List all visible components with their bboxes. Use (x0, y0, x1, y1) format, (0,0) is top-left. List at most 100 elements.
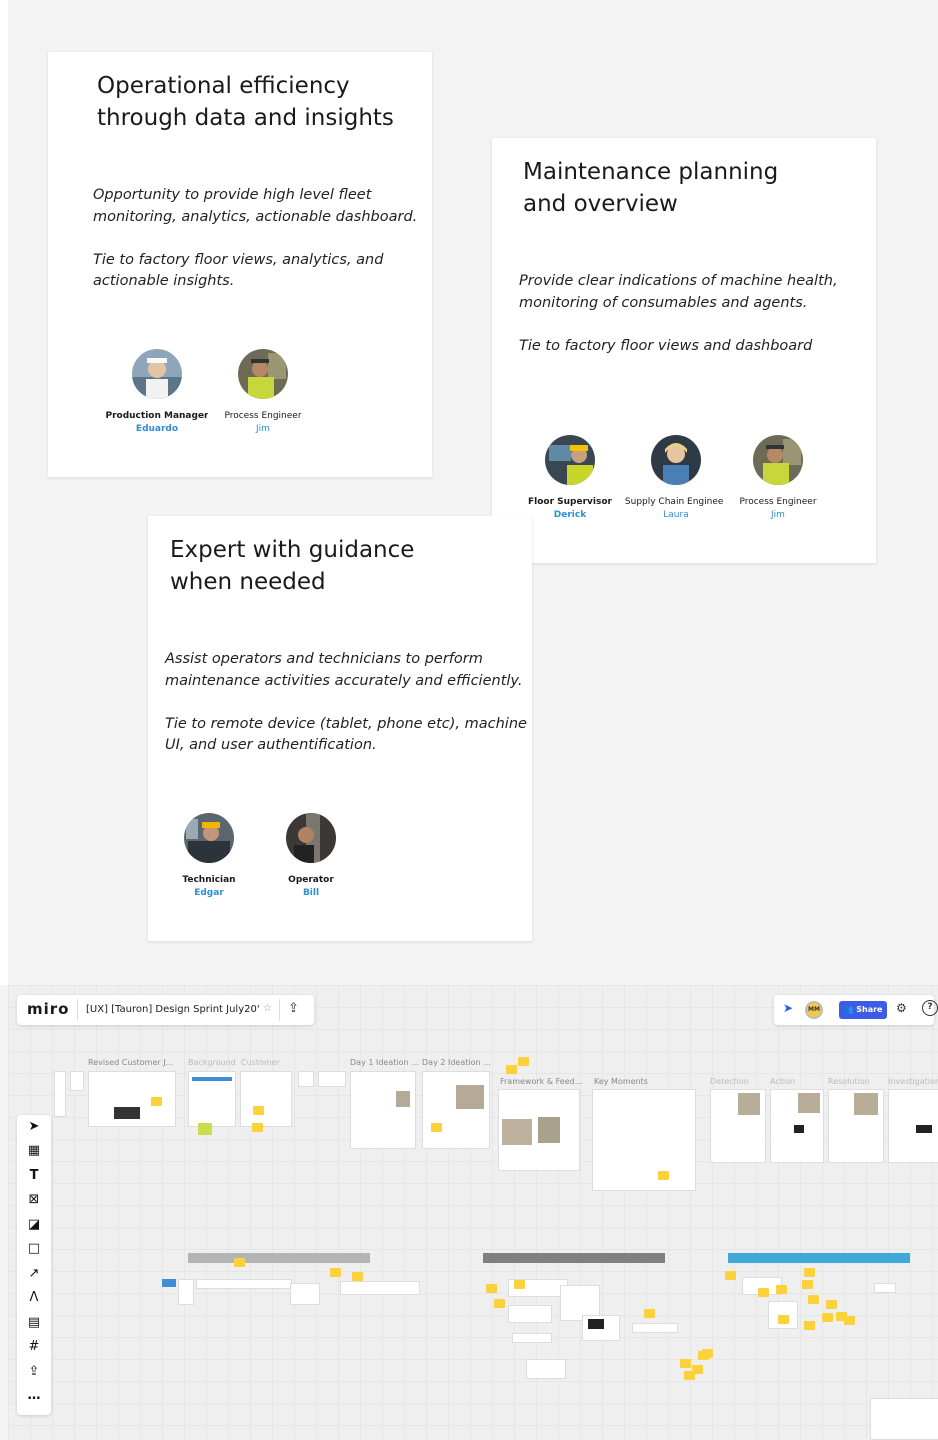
sticky-note[interactable] (330, 1268, 341, 1277)
text-tool-icon[interactable]: T (17, 1166, 51, 1186)
sticky-note[interactable] (778, 1315, 789, 1324)
board-frame[interactable] (54, 1071, 66, 1117)
card-description-line: monitoring, analytics, actionable dashbo… (93, 208, 418, 225)
sticky-note[interactable] (776, 1285, 787, 1294)
more-tool-icon[interactable]: … (17, 1386, 51, 1406)
frame-label[interactable]: Customer (241, 1058, 280, 1067)
persona-role: Technician (182, 875, 236, 885)
sticky-note-tool-icon[interactable]: ◪ (17, 1215, 51, 1235)
board-frame[interactable] (196, 1279, 292, 1289)
arrow-tool-icon[interactable]: ↗ (17, 1264, 51, 1284)
thumbnail (456, 1085, 484, 1109)
pen-tool-icon[interactable]: Ʌ (17, 1288, 51, 1308)
star-icon[interactable]: ☆ (263, 1003, 272, 1014)
board-frame[interactable] (340, 1281, 420, 1295)
board-frame[interactable] (240, 1071, 292, 1127)
sliders-icon[interactable]: ⚙ (896, 1001, 907, 1015)
board-frame[interactable] (632, 1323, 678, 1333)
divider (279, 999, 280, 1021)
thumbnail (162, 1279, 176, 1287)
board-frame[interactable] (512, 1333, 552, 1343)
sticky-note[interactable] (234, 1258, 245, 1267)
sticky-note[interactable] (352, 1272, 363, 1281)
thumbnail (198, 1123, 212, 1135)
avatar (286, 813, 336, 863)
board-frame[interactable] (290, 1283, 320, 1305)
sticky-note[interactable] (506, 1065, 517, 1074)
templates-tool-icon[interactable]: ▦ (17, 1141, 51, 1161)
sticky-note[interactable] (802, 1280, 813, 1289)
card-description-line: Assist operators and technicians to perf… (165, 651, 483, 667)
shape-tool-icon[interactable]: □ (17, 1239, 51, 1259)
avatar[interactable]: MM (805, 1001, 823, 1019)
sticky-note[interactable] (680, 1359, 691, 1368)
sticky-note[interactable] (253, 1106, 264, 1115)
sticky-note[interactable] (826, 1300, 837, 1309)
sticky-note[interactable] (644, 1309, 655, 1318)
frame-label[interactable]: Day 1 Ideation ... (350, 1058, 419, 1067)
board-frame[interactable] (298, 1071, 314, 1087)
frame-label[interactable]: Framework & Feed... (500, 1077, 582, 1086)
avatar (238, 349, 288, 399)
minimap[interactable] (870, 1398, 938, 1440)
miro-logo[interactable]: miro (27, 1000, 69, 1018)
board-frame[interactable] (178, 1279, 194, 1305)
card-description-line: Tie to remote device (tablet, phone etc)… (165, 715, 527, 732)
upload-icon[interactable]: ⇪ (288, 1001, 299, 1016)
sticky-note[interactable] (808, 1295, 819, 1304)
sticky-note[interactable] (494, 1299, 505, 1308)
board-right-toolbar: ➤ MM 👥 Share ⚙ ? (774, 995, 938, 1025)
persona-process-engineer: Process Engineer Jim (208, 349, 318, 441)
section-band (483, 1253, 665, 1263)
sticky-note[interactable] (658, 1171, 669, 1180)
board-frame[interactable] (874, 1283, 896, 1293)
sticky-note[interactable] (758, 1288, 769, 1297)
select-tool-icon[interactable]: ➤ (17, 1117, 51, 1137)
sticky-note[interactable] (514, 1280, 525, 1289)
board-frame[interactable] (422, 1071, 490, 1149)
help-icon[interactable]: ? (922, 1000, 938, 1016)
share-button[interactable]: 👥 Share (839, 1001, 887, 1019)
upload-tool-icon[interactable]: ⇪ (17, 1362, 51, 1382)
frame-label[interactable]: Investigation (888, 1077, 938, 1086)
sticky-note[interactable] (252, 1123, 263, 1132)
board-frame[interactable] (508, 1305, 552, 1323)
page: Operational efficiency through data and … (0, 0, 938, 1440)
sticky-note[interactable] (151, 1097, 162, 1106)
sticky-note[interactable] (725, 1271, 736, 1280)
board-title[interactable]: [UX] [Tauron] Design Sprint July20' (86, 1004, 260, 1015)
persona-role: Floor Supervisor (528, 497, 612, 507)
board-frame[interactable] (70, 1071, 84, 1091)
avatar (184, 813, 234, 863)
sticky-note[interactable] (822, 1313, 833, 1322)
miro-board-canvas[interactable]: miro [UX] [Tauron] Design Sprint July20'… (8, 985, 938, 1440)
card-description-line: actionable insights. (93, 273, 235, 289)
thumbnail (798, 1093, 820, 1113)
persona-supply-chain-engineer: Supply Chain Engineer Laura (621, 435, 731, 527)
frame-label[interactable]: Day 2 Ideation ... (422, 1058, 491, 1067)
sticky-note[interactable] (844, 1316, 855, 1325)
frame-label[interactable]: Detection (710, 1077, 749, 1086)
frame-label[interactable]: Resolution (828, 1077, 870, 1086)
sticky-note[interactable] (702, 1349, 713, 1358)
frame-label[interactable]: Action (770, 1077, 795, 1086)
cursor-icon[interactable]: ➤ (783, 1001, 793, 1015)
board-frame[interactable] (350, 1071, 416, 1149)
board-frame[interactable] (526, 1359, 566, 1379)
frame-tool-icon[interactable]: # (17, 1337, 51, 1357)
board-frame[interactable] (318, 1071, 346, 1087)
comment-tool-icon[interactable]: ▤ (17, 1313, 51, 1333)
sticky-note[interactable] (684, 1371, 695, 1380)
sticky-note[interactable] (804, 1268, 815, 1277)
sticky-note[interactable] (804, 1321, 815, 1330)
sticky-note[interactable] (431, 1123, 442, 1132)
board-frame[interactable] (592, 1089, 696, 1191)
sticky-note[interactable] (518, 1057, 529, 1066)
thumbnail (192, 1077, 232, 1081)
divider (77, 999, 78, 1021)
frame-label[interactable]: Background (188, 1058, 236, 1067)
frame-label[interactable]: Revised Customer J... (88, 1058, 173, 1067)
frame-label[interactable]: Key Moments (594, 1077, 648, 1086)
frame-x-tool-icon[interactable]: ⊠ (17, 1190, 51, 1210)
sticky-note[interactable] (486, 1284, 497, 1293)
